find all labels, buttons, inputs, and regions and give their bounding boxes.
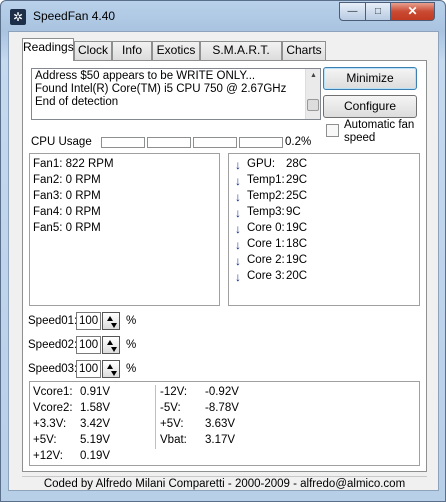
log-line: End of detection (35, 96, 119, 108)
automatic-fan-speed-label: Automatic fan speed (344, 119, 415, 144)
speed03-input[interactable]: 100 (76, 360, 101, 378)
log-scrollbar[interactable]: ▲ (305, 69, 320, 119)
voltage-name: -12V: (160, 386, 188, 398)
column-divider (155, 385, 156, 449)
fan-icon[interactable]: ✲ (10, 9, 26, 25)
speed01-unit: % (126, 315, 137, 327)
arrow-down-icon: ↓ (235, 222, 241, 236)
arrow-down-icon: ↓ (235, 206, 241, 220)
cpu-core-bar (193, 137, 237, 148)
fans-panel: Fan1: 822 RPM Fan2: 0 RPM Fan3: 0 RPM Fa… (29, 153, 220, 306)
arrow-down-icon: ↓ (235, 238, 241, 252)
close-window-button[interactable]: ✕ (390, 2, 435, 21)
speed01-spinner[interactable] (102, 312, 120, 330)
spinner-arrows-icon (107, 316, 117, 328)
temp-name: Temp3: (247, 206, 285, 218)
minimize-window-button[interactable]: — (339, 2, 366, 21)
voltage-value: 3.42V (80, 418, 111, 430)
cpu-core-bar (239, 137, 283, 148)
fan-reading: Fan1: 822 RPM (33, 158, 114, 170)
voltage-name: +5V: (160, 418, 184, 430)
voltage-value: 5.19V (80, 434, 111, 446)
scroll-up-icon[interactable]: ▲ (306, 69, 320, 83)
voltage-name: -5V: (160, 402, 181, 414)
detection-log[interactable]: Address $50 appears to be WRITE ONLY... … (31, 68, 321, 120)
fan-reading: Fan4: 0 RPM (33, 206, 101, 218)
temp-value: 28C (286, 158, 308, 170)
fan-reading: Fan2: 0 RPM (33, 174, 101, 186)
automatic-fan-speed-checkbox[interactable] (326, 124, 339, 137)
voltage-value: 1.58V (80, 402, 111, 414)
temp-name: Temp2: (247, 190, 285, 202)
speed03-spinner[interactable] (102, 360, 120, 378)
temp-value: 20C (286, 270, 308, 282)
cpu-core-bar (101, 137, 145, 148)
voltage-name: +3.3V: (33, 418, 67, 430)
speed02-label: Speed02: (28, 339, 78, 351)
tab-readings[interactable]: Readings (22, 38, 74, 61)
temp-name: Core 0: (247, 222, 285, 234)
voltage-value: 0.19V (80, 450, 111, 462)
window-title: SpeedFan 4.40 (33, 9, 116, 23)
fan-reading: Fan5: 0 RPM (33, 222, 101, 234)
temp-value: 18C (286, 238, 308, 250)
voltage-name: Vbat: (160, 434, 187, 446)
arrow-down-icon: ↓ (235, 270, 241, 284)
fan-reading: Fan3: 0 RPM (33, 190, 101, 202)
speed02-unit: % (126, 339, 137, 351)
spinner-arrows-icon (107, 340, 117, 352)
cpu-usage-value: 0.2% (285, 136, 312, 148)
scroll-thumb[interactable] (307, 99, 319, 111)
temp-value: 29C (286, 174, 308, 186)
arrow-down-icon: ↓ (235, 254, 241, 268)
maximize-window-button[interactable]: □ (365, 2, 391, 21)
speed01-input[interactable]: 100 (76, 312, 101, 330)
voltage-name: Vcore1: (33, 386, 73, 398)
temp-name: Core 2: (247, 254, 285, 266)
speed02-spinner[interactable] (102, 336, 120, 354)
status-bar: Coded by Alfredo Milani Comparetti - 200… (22, 476, 427, 490)
arrow-down-icon: ↓ (235, 158, 241, 172)
speed02-input[interactable]: 100 (76, 336, 101, 354)
temp-name: GPU: (247, 158, 276, 170)
voltage-value: 3.17V (205, 434, 236, 446)
tab-charts[interactable]: Charts (282, 41, 326, 60)
temp-value: 25C (286, 190, 308, 202)
readings-page: Address $50 appears to be WRITE ONLY... … (22, 60, 427, 472)
speedfan-window: ✲ SpeedFan 4.40 — □ ✕ Readings Clock Inf… (0, 0, 446, 502)
voltage-value: 0.91V (80, 386, 111, 398)
voltage-name: +5V: (33, 434, 57, 446)
voltage-name: Vcore2: (33, 402, 73, 414)
tab-info[interactable]: Info (112, 41, 152, 60)
client-area: Readings Clock Info Exotics S.M.A.R.T. C… (8, 31, 439, 491)
voltage-value: 3.63V (205, 418, 236, 430)
tab-smart[interactable]: S.M.A.R.T. (200, 41, 282, 60)
log-line: Found Intel(R) Core(TM) i5 CPU 750 @ 2.6… (35, 83, 287, 95)
cpu-core-bar (147, 137, 191, 148)
speed01-label: Speed01: (28, 315, 78, 327)
arrow-down-icon: ↓ (235, 174, 241, 188)
temp-name: Core 3: (247, 270, 285, 282)
tab-clock[interactable]: Clock (74, 41, 112, 60)
spinner-arrows-icon (107, 364, 117, 376)
temp-name: Core 1: (247, 238, 285, 250)
title-bar[interactable]: ✲ SpeedFan 4.40 — □ ✕ (1, 1, 445, 31)
tab-exotics[interactable]: Exotics (152, 41, 200, 60)
arrow-down-icon: ↓ (235, 190, 241, 204)
temperatures-panel: ↓ GPU: 28C ↓ Temp1: 29C ↓ Temp2: 25C ↓ T… (228, 153, 420, 306)
temp-name: Temp1: (247, 174, 285, 186)
minimize-button[interactable]: Minimize (323, 67, 417, 90)
voltages-panel: Vcore1: 0.91V Vcore2: 1.58V +3.3V: 3.42V… (29, 381, 420, 466)
speed03-unit: % (126, 363, 137, 375)
voltage-name: +12V: (33, 450, 63, 462)
configure-button[interactable]: Configure (323, 95, 417, 118)
temp-value: 19C (286, 254, 308, 266)
speed03-label: Speed03: (28, 363, 78, 375)
voltage-value: -0.92V (205, 386, 239, 398)
temp-value: 9C (286, 206, 301, 218)
temp-value: 19C (286, 222, 308, 234)
voltage-value: -8.78V (205, 402, 239, 414)
log-line: Address $50 appears to be WRITE ONLY... (35, 70, 256, 82)
cpu-usage-label: CPU Usage (31, 136, 92, 148)
